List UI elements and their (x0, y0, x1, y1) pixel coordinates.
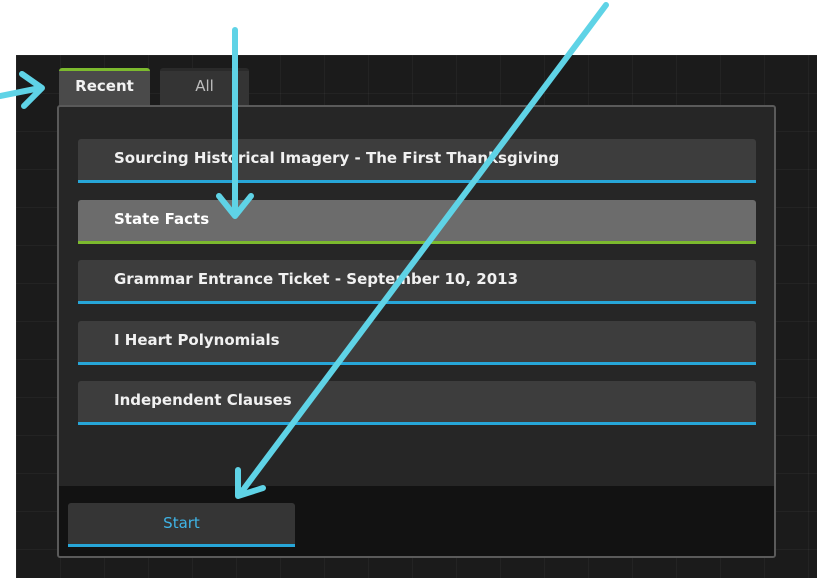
list-item-grammar-entrance-ticket[interactable]: Grammar Entrance Ticket - September 10, … (78, 260, 756, 304)
list-item-independent-clauses[interactable]: Independent Clauses (78, 381, 756, 425)
start-button[interactable]: Start (68, 503, 295, 547)
tab-all[interactable]: All (160, 68, 249, 106)
list-item-sourcing-historical-imagery[interactable]: Sourcing Historical Imagery - The First … (78, 139, 756, 183)
panel-footer: Start (59, 486, 774, 556)
screenshot-stage: Recent All Sourcing Historical Imagery -… (0, 0, 817, 578)
tab-recent[interactable]: Recent (59, 68, 150, 106)
activity-list-panel: Sourcing Historical Imagery - The First … (57, 105, 776, 558)
list-item-state-facts[interactable]: State Facts (78, 200, 756, 244)
list-item-i-heart-polynomials[interactable]: I Heart Polynomials (78, 321, 756, 365)
